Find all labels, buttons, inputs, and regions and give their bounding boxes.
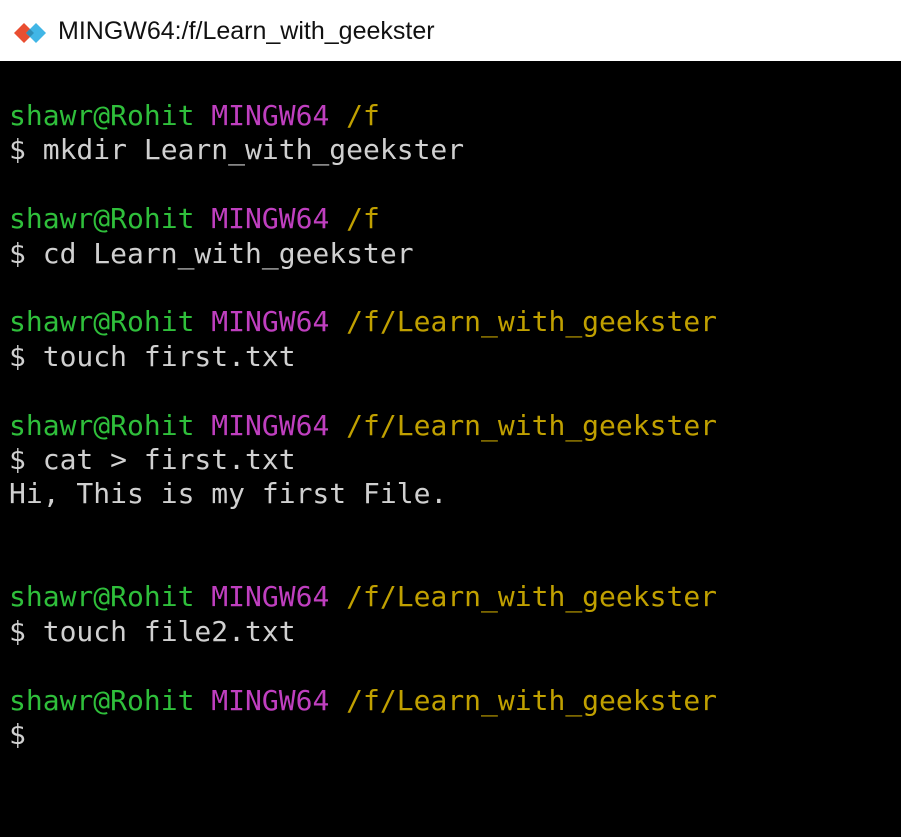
prompt-path: /f — [346, 99, 380, 132]
prompt-line: shawr@Rohit MINGW64 /f/Learn_with_geekst… — [9, 684, 717, 718]
prompt-host: MINGW64 — [211, 408, 330, 442]
prompt-path: /f — [346, 202, 380, 236]
command-line: $ mkdir Learn_with_geekster — [9, 133, 465, 167]
prompt-host: MINGW64 — [211, 683, 330, 717]
prompt-line: shawr@Rohit MINGW64 /f/Learn_with_geekst… — [9, 305, 717, 339]
terminal-window: MINGW64:/f/Learn_with_geekster shawr@Roh… — [0, 0, 901, 837]
prompt-line: shawr@Rohit MINGW64 /f/Learn_with_geekst… — [9, 580, 717, 614]
prompt-host: MINGW64 — [211, 99, 330, 132]
output-line: Hi, This is my first File. — [9, 477, 448, 511]
terminal-output: shawr@Rohit MINGW64 /f $ mkdir Learn_with… — [9, 99, 717, 752]
prompt-line: shawr@Rohit MINGW64 /f — [9, 202, 717, 236]
prompt-user: shawr@Rohit — [9, 683, 195, 717]
command-line: $ cat > first.txt — [9, 442, 296, 476]
git-diamond-icon — [14, 23, 46, 43]
prompt-line: shawr@Rohit MINGW64 /f/Learn_with_geekst… — [9, 409, 717, 443]
title-bar[interactable]: MINGW64:/f/Learn_with_geekster — [0, 0, 901, 61]
prompt-path: /f/Learn_with_geekster — [346, 305, 718, 339]
terminal-area[interactable]: shawr@Rohit MINGW64 /f $ mkdir Learn_with… — [0, 61, 901, 837]
window-title: MINGW64:/f/Learn_with_geekster — [58, 17, 435, 45]
prompt-line: shawr@Rohit MINGW64 /f — [9, 99, 717, 133]
prompt-path: /f/Learn_with_geekster — [346, 580, 718, 614]
prompt-host: MINGW64 — [211, 202, 330, 236]
command-line: $ cd Learn_with_geekster — [9, 236, 414, 270]
prompt-host: MINGW64 — [211, 305, 330, 339]
prompt-host: MINGW64 — [211, 580, 330, 614]
command-line: $ touch file2.txt — [9, 614, 296, 648]
prompt-user: shawr@Rohit — [9, 305, 195, 339]
prompt-user: shawr@Rohit — [9, 580, 195, 614]
prompt-path: /f/Learn_with_geekster — [346, 408, 718, 442]
command-line: $ — [9, 718, 26, 752]
prompt-user: shawr@Rohit — [9, 202, 195, 236]
prompt-path: /f/Learn_with_geekster — [346, 683, 718, 717]
prompt-user: shawr@Rohit — [9, 408, 195, 442]
command-line: $ touch first.txt — [9, 339, 296, 373]
prompt-user: shawr@Rohit — [9, 99, 195, 132]
